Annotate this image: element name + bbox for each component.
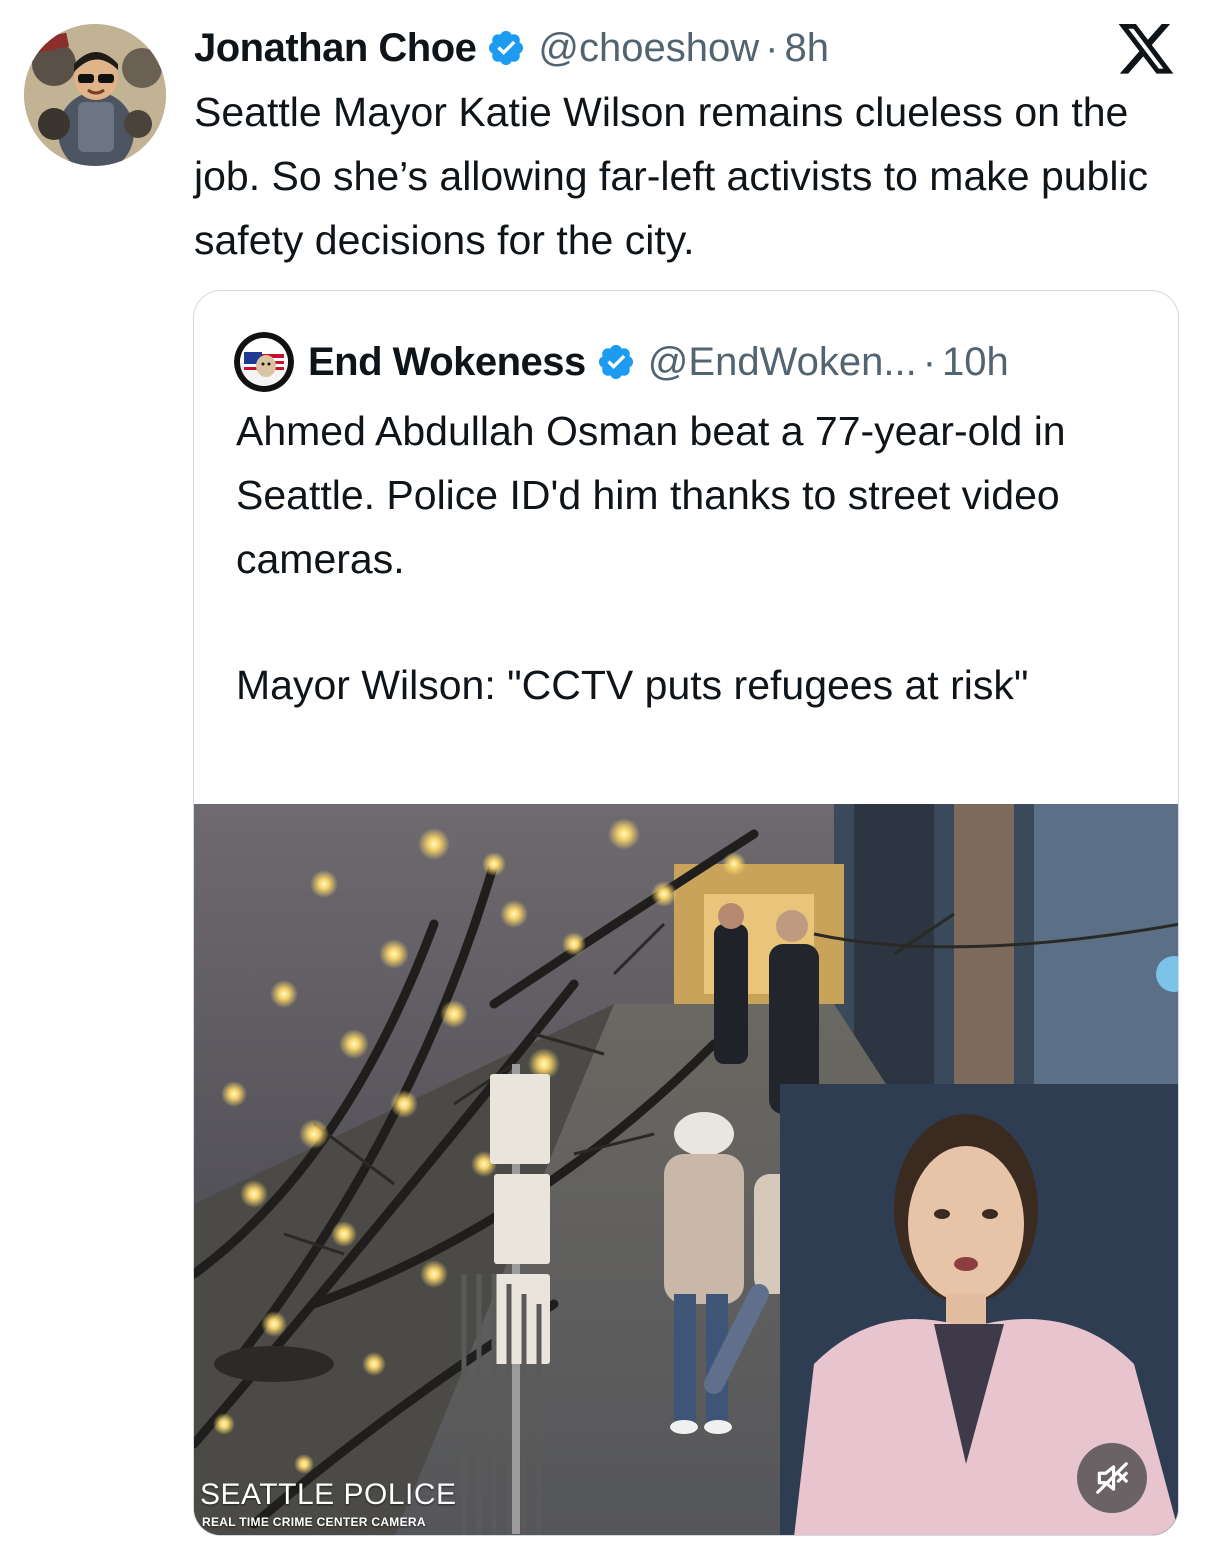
quoted-tweet[interactable]: End Wokeness @EndWoken... · 10h Ahmed Ab… xyxy=(193,290,1179,1536)
verified-badge-icon xyxy=(489,30,524,66)
quoted-author-handle[interactable]: @EndWoken... xyxy=(648,340,917,385)
quoted-author-avatar[interactable] xyxy=(234,332,294,392)
quoted-video[interactable]: SEATTLE POLICE REAL TIME CRIME CENTER CA… xyxy=(194,804,1178,1535)
video-frame-image xyxy=(194,804,1178,1535)
x-logo-icon xyxy=(1118,24,1174,74)
verified-badge-icon xyxy=(598,344,633,380)
separator-dot: · xyxy=(765,25,779,70)
tweet-card[interactable]: Jonathan Choe @choeshow · 8h Seattle May… xyxy=(0,0,1206,1541)
post-time[interactable]: 8h xyxy=(784,26,829,71)
camera-subcaption: REAL TIME CRIME CENTER CAMERA xyxy=(202,1515,426,1529)
speaker-muted-icon xyxy=(1096,1462,1128,1494)
tweet-text: Seattle Mayor Katie Wilson remains cluel… xyxy=(194,89,1149,263)
quoted-post-time[interactable]: 10h xyxy=(942,340,1009,385)
quoted-tweet-text: Ahmed Abdullah Osman beat a 77-year-old … xyxy=(236,399,1136,717)
quoted-paragraph-2: Mayor Wilson: "CCTV puts refugees at ris… xyxy=(236,662,1029,708)
camera-caption: SEATTLE POLICE xyxy=(200,1478,457,1511)
author-name[interactable]: Jonathan Choe xyxy=(194,26,477,71)
tweet-header: Jonathan Choe @choeshow · 8h xyxy=(194,20,829,76)
author-avatar[interactable] xyxy=(24,24,166,166)
quoted-tweet-header: End Wokeness @EndWoken... · 10h xyxy=(234,331,1009,393)
quoted-author-name[interactable]: End Wokeness xyxy=(308,340,586,385)
separator-dot: · xyxy=(922,339,937,384)
mute-toggle-button[interactable] xyxy=(1077,1443,1147,1513)
quoted-paragraph-1: Ahmed Abdullah Osman beat a 77-year-old … xyxy=(236,408,1066,582)
author-handle[interactable]: @choeshow xyxy=(538,26,759,71)
